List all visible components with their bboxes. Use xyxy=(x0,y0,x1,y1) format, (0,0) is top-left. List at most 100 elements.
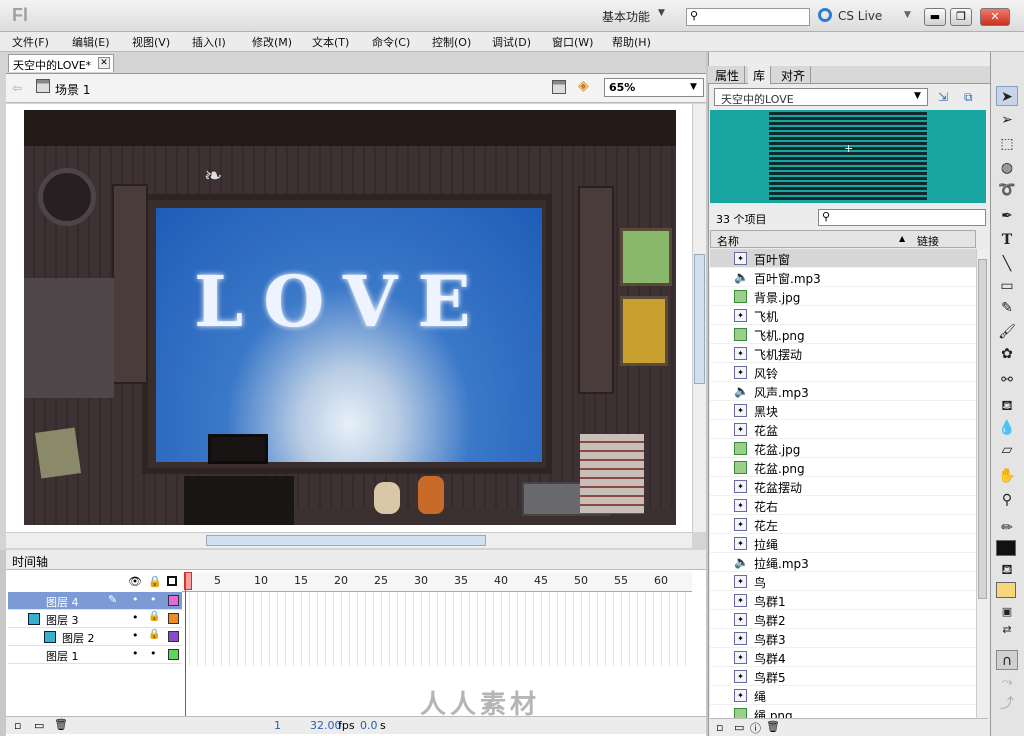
chevron-down-icon[interactable]: ▼ xyxy=(658,8,665,18)
outline-color-swatch[interactable] xyxy=(168,631,179,642)
outline-color-swatch[interactable] xyxy=(168,649,179,660)
library-item[interactable]: ✦ 风铃 xyxy=(710,363,976,382)
library-item[interactable]: ✦ 绳 xyxy=(710,686,976,705)
library-item[interactable]: 🔈 风声.mp3 xyxy=(710,382,976,401)
column-name[interactable]: 名称 xyxy=(717,233,739,249)
menu-modify[interactable]: 修改(M) xyxy=(252,34,292,50)
chevron-down-icon[interactable]: ▼ xyxy=(914,91,921,101)
new-folder-icon[interactable]: ▭ xyxy=(734,721,744,734)
new-layer-icon[interactable]: ▫ xyxy=(14,719,21,732)
fill-color-icon[interactable]: ⛾ xyxy=(996,560,1018,580)
menu-window[interactable]: 窗口(W) xyxy=(552,34,593,50)
library-item[interactable]: ✦ 鸟群5 xyxy=(710,667,976,686)
snap-magnet-icon[interactable]: ∩ xyxy=(996,650,1018,670)
scroll-thumb[interactable] xyxy=(206,535,486,546)
tab-library[interactable]: 库 xyxy=(748,66,772,84)
close-icon[interactable]: ✕ xyxy=(98,57,110,69)
delete-icon[interactable]: 🗑 xyxy=(54,718,68,731)
frame-rate[interactable]: 32.00 xyxy=(310,719,342,732)
library-item[interactable]: ✦ 鸟 xyxy=(710,572,976,591)
visibility-dot[interactable]: • xyxy=(132,629,139,642)
sort-icon[interactable]: ▲ xyxy=(899,234,905,243)
new-folder-icon[interactable]: ▭ xyxy=(34,719,44,732)
column-linkage[interactable]: 链接 xyxy=(917,233,939,249)
library-search-input[interactable]: ⚲ xyxy=(818,209,986,226)
library-item[interactable]: 花盆.jpg xyxy=(710,439,976,458)
selection-tool-icon[interactable]: ➤ xyxy=(996,86,1018,106)
free-transform-tool-icon[interactable]: ⬚ xyxy=(996,134,1018,154)
library-item[interactable]: ✦ 花盆摆动 xyxy=(710,477,976,496)
smooth-icon[interactable]: ⤳ xyxy=(996,672,1018,692)
library-item[interactable]: 🔈 百叶窗.mp3 xyxy=(710,268,976,287)
library-item[interactable]: ✦ 拉绳 xyxy=(710,534,976,553)
menu-insert[interactable]: 插入(I) xyxy=(192,34,226,50)
lock-icon[interactable]: 🔒 xyxy=(148,611,160,622)
edit-scene-icon[interactable] xyxy=(552,80,566,94)
library-item[interactable]: ✦ 鸟群4 xyxy=(710,648,976,667)
current-frame[interactable]: 1 xyxy=(274,719,281,732)
outline-color-swatch[interactable] xyxy=(168,613,179,624)
lock-icon[interactable]: 🔒 xyxy=(148,629,160,640)
default-colors-icon[interactable]: ▣ xyxy=(996,602,1018,622)
straighten-icon[interactable]: ⤴ xyxy=(996,694,1018,714)
3d-rotation-tool-icon[interactable]: ◍ xyxy=(996,158,1018,178)
library-item[interactable]: ✦ 百叶窗 xyxy=(710,249,976,268)
back-arrow-icon[interactable]: ⇦ xyxy=(12,81,22,95)
library-item[interactable]: ✦ 鸟群3 xyxy=(710,629,976,648)
line-tool-icon[interactable]: ╲ xyxy=(996,254,1018,274)
menu-text[interactable]: 文本(T) xyxy=(312,34,349,50)
pen-tool-icon[interactable]: ✒ xyxy=(996,206,1018,226)
visibility-dot[interactable]: • xyxy=(132,593,139,606)
stroke-color-icon[interactable]: ✏ xyxy=(996,518,1018,538)
tab-properties[interactable]: 属性 xyxy=(710,66,746,84)
bone-tool-icon[interactable]: ⚯ xyxy=(996,370,1018,390)
library-item[interactable]: 背景.jpg xyxy=(710,287,976,306)
timeline-title[interactable]: 时间轴 xyxy=(12,553,48,570)
new-symbol-icon[interactable]: ▫ xyxy=(716,721,723,734)
eye-icon[interactable]: 👁 xyxy=(128,575,142,588)
lock-dot[interactable]: • xyxy=(150,593,157,606)
delete-icon[interactable]: 🗑 xyxy=(766,720,780,733)
scroll-thumb[interactable] xyxy=(694,254,705,384)
outline-color-swatch[interactable] xyxy=(168,595,179,606)
rectangle-tool-icon[interactable]: ▭ xyxy=(996,276,1018,296)
minimize-button[interactable]: ▬ xyxy=(924,8,946,26)
library-item[interactable]: 飞机.png xyxy=(710,325,976,344)
scroll-thumb[interactable] xyxy=(978,259,987,599)
visibility-dot[interactable]: • xyxy=(132,647,139,660)
pin-icon[interactable]: ⇲ xyxy=(938,90,948,104)
chevron-down-icon[interactable]: ▼ xyxy=(904,10,911,20)
hand-tool-icon[interactable]: ✋ xyxy=(996,466,1018,486)
visibility-dot[interactable]: • xyxy=(132,611,139,624)
library-item[interactable]: ✦ 花左 xyxy=(710,515,976,534)
swap-colors-icon[interactable]: ⇄ xyxy=(996,620,1018,640)
library-item[interactable]: ✦ 飞机摆动 xyxy=(710,344,976,363)
eraser-tool-icon[interactable]: ▱ xyxy=(996,440,1018,460)
library-item[interactable]: ✦ 飞机 xyxy=(710,306,976,325)
subselection-tool-icon[interactable]: ➢ xyxy=(996,110,1018,130)
menu-control[interactable]: 控制(O) xyxy=(432,34,471,50)
library-item[interactable]: ✦ 黑块 xyxy=(710,401,976,420)
stage-horizontal-scrollbar[interactable] xyxy=(6,532,692,548)
library-scrollbar[interactable] xyxy=(976,249,988,719)
pencil-tool-icon[interactable]: ✎ xyxy=(996,298,1018,318)
layer-row[interactable]: 图层 2 • 🔒 xyxy=(8,628,182,646)
library-list[interactable]: ✦ 百叶窗 🔈 百叶窗.mp3 背景.jpg ✦ 飞机 飞机.png ✦ 飞机摆动 ✦ 风铃 🔈 风声.m… xyxy=(710,249,976,719)
outline-icon[interactable] xyxy=(167,576,177,586)
menu-view[interactable]: 视图(V) xyxy=(132,34,170,50)
edit-symbol-icon[interactable]: ◈ xyxy=(578,78,589,94)
frame-grid[interactable] xyxy=(182,592,692,666)
cs-live-label[interactable]: CS Live xyxy=(838,9,882,23)
library-item[interactable]: 绳.png xyxy=(710,705,976,719)
elapsed-time[interactable]: 0.0 xyxy=(360,719,378,732)
maximize-button[interactable]: ❐ xyxy=(950,8,972,26)
lock-dot[interactable]: • xyxy=(150,647,157,660)
menu-commands[interactable]: 命令(C) xyxy=(372,34,410,50)
eyedropper-tool-icon[interactable]: 💧 xyxy=(996,418,1018,438)
library-document-select[interactable]: 天空中的LOVE xyxy=(714,88,928,106)
paint-bucket-tool-icon[interactable]: ⛾ xyxy=(996,396,1018,416)
text-tool-icon[interactable]: T xyxy=(996,230,1018,250)
library-item[interactable]: ✦ 鸟群2 xyxy=(710,610,976,629)
stage-vertical-scrollbar[interactable] xyxy=(692,104,706,532)
properties-icon[interactable]: ⓘ xyxy=(750,720,761,736)
